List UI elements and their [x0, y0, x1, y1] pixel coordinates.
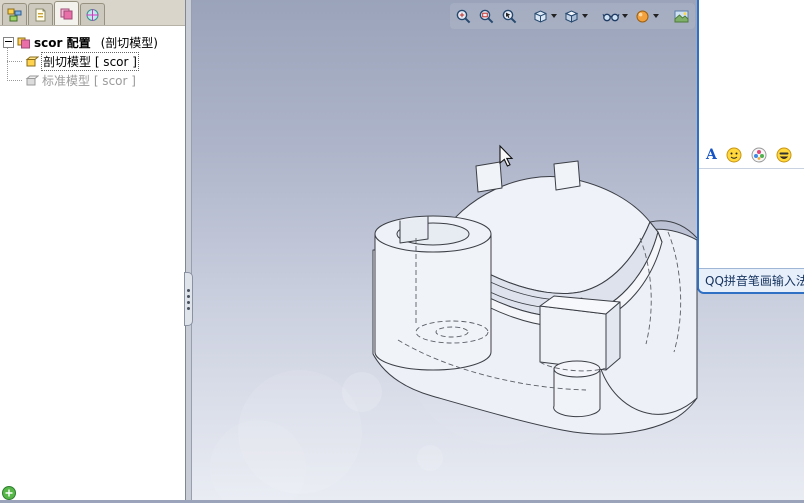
apply-scene-button[interactable] — [670, 4, 693, 28]
configuration-manager-panel: scor 配置 (剖切模型) 剖切模型 [ scor ] 标准模型 [ scor… — [0, 0, 186, 500]
model-cylinder-body — [374, 233, 492, 371]
smiley-icon[interactable] — [726, 147, 742, 163]
ime-name-label: QQ拼音笔画输入法 — [705, 274, 804, 288]
tree-root-suffix: (剖切模型) — [100, 36, 158, 50]
ime-toolbar: A — [699, 142, 804, 169]
panel-collapse-handle[interactable] — [184, 272, 193, 326]
standard-views-icon — [534, 9, 547, 23]
ime-panel: A QQ拼音笔画输入法 — [697, 0, 804, 294]
zoom-area-icon — [479, 9, 494, 23]
mouse-cursor — [499, 144, 514, 167]
display-style-button[interactable] — [560, 4, 591, 28]
grin-icon[interactable] — [776, 147, 792, 163]
tree-item-label: 标准模型 [ scor ] — [42, 74, 136, 88]
zoom-fit-button[interactable] — [452, 4, 475, 28]
model-cylinder-notch — [399, 216, 429, 244]
tree-item-label: 剖切模型 [ scor ] — [41, 52, 139, 71]
dimxpert-icon — [86, 8, 99, 21]
dropdown-arrow-icon[interactable] — [582, 14, 588, 18]
tree-root-row[interactable]: scor 配置 (剖切模型) — [0, 33, 185, 52]
corner-app-icon[interactable] — [1, 485, 17, 503]
collapse-icon[interactable] — [3, 37, 14, 48]
dropdown-arrow-icon[interactable] — [622, 14, 628, 18]
eyeglasses-icon — [602, 13, 620, 21]
view-heads-up-toolbar — [450, 3, 695, 29]
featuremanager-tab[interactable] — [2, 3, 27, 25]
dropdown-arrow-icon[interactable] — [653, 14, 659, 18]
model-rim-tab-left — [475, 161, 503, 193]
model-stub-cylinder-top — [553, 360, 601, 378]
configurationmanager-icon — [60, 8, 73, 19]
configuration-root-icon — [17, 36, 31, 49]
configuration-tree: scor 配置 (剖切模型) 剖切模型 [ scor ] 标准模型 [ scor… — [0, 26, 185, 90]
standard-views-button[interactable] — [529, 4, 560, 28]
zoom-area-button[interactable] — [475, 4, 498, 28]
edit-appearance-button[interactable] — [631, 4, 662, 28]
tree-item-section-model[interactable]: 剖切模型 [ scor ] — [0, 52, 185, 71]
model-stub-sideface — [605, 301, 621, 371]
propertymanager-icon — [35, 8, 46, 21]
dimxpertmanager-tab[interactable] — [80, 3, 105, 25]
font-style-button[interactable]: A — [706, 147, 717, 163]
model-stub-front — [539, 305, 607, 371]
zoom-selection-button[interactable] — [498, 4, 521, 28]
propertymanager-tab[interactable] — [28, 3, 53, 25]
panel-splitter[interactable] — [186, 0, 192, 500]
ime-writing-area[interactable] — [699, 169, 804, 268]
section-model-wireframe[interactable] — [372, 160, 698, 435]
hide-show-items-button[interactable] — [599, 4, 631, 28]
zoom-selection-icon — [502, 9, 517, 23]
ime-candidate-area — [699, 0, 804, 142]
ime-statusbar: QQ拼音笔画输入法 — [699, 268, 804, 292]
tree-item-standard-model[interactable]: 标准模型 [ scor ] — [0, 71, 185, 90]
dropdown-arrow-icon[interactable] — [551, 14, 557, 18]
featuremanager-icon — [7, 8, 22, 21]
manager-tab-strip — [0, 0, 185, 26]
scene-icon — [674, 10, 689, 22]
flower-icon[interactable] — [751, 147, 767, 163]
corner-app-glyph — [2, 486, 16, 500]
configuration-item-icon-inactive — [25, 74, 39, 87]
tree-root-label: scor 配置 — [34, 36, 91, 50]
configuration-item-icon — [25, 55, 39, 68]
configurationmanager-tab[interactable] — [54, 1, 79, 25]
display-style-icon — [564, 9, 579, 23]
model-rim-tab-right — [553, 160, 581, 191]
zoom-fit-icon — [456, 9, 471, 23]
appearance-sphere-icon — [636, 10, 649, 22]
